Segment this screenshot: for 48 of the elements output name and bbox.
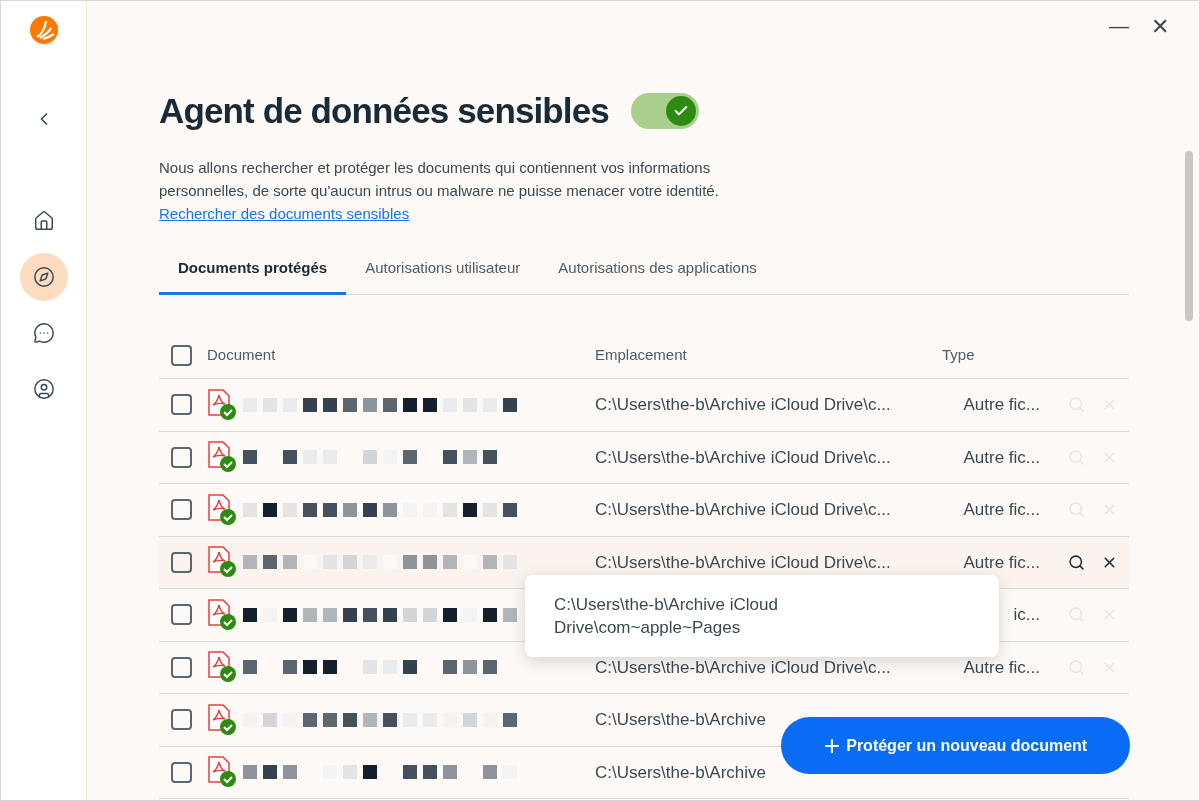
- checkbox[interactable]: [171, 656, 192, 678]
- location-cell: C:\Users\the-b\Archive iCloud Drive\c...: [595, 447, 891, 467]
- checkbox[interactable]: [171, 446, 192, 468]
- pdf-file-icon: [207, 388, 237, 421]
- checkbox[interactable]: [171, 551, 192, 573]
- pdf-file-icon: [207, 598, 237, 631]
- type-cell-text: Autre fic...: [963, 551, 1040, 574]
- checkbox[interactable]: [171, 709, 192, 731]
- type-cell-text: Autre fic...: [963, 446, 1040, 469]
- feature-toggle[interactable]: [630, 93, 699, 130]
- column-header: Emplacement: [595, 345, 688, 366]
- protect-document-button[interactable]: + Protéger un nouveau document: [781, 717, 1130, 774]
- column-header: Document: [207, 345, 277, 366]
- pdf-file-icon: [207, 756, 237, 789]
- pdf-file-icon: [207, 703, 237, 736]
- type-cell-text: ic...: [1013, 604, 1040, 626]
- app-logo: [28, 15, 59, 45]
- type-cell-text: Autre fic...: [963, 656, 1040, 679]
- minimize-button[interactable]: —: [1109, 7, 1129, 45]
- type-cell-text: Autre fic...: [963, 499, 1040, 521]
- checkbox[interactable]: [171, 499, 192, 521]
- search-documents-link[interactable]: Rechercher des documents sensibles: [159, 201, 410, 225]
- location-cell: C:\Users\the-b\Archive: [595, 710, 766, 729]
- location-cell: C:\Users\the-b\Archive: [595, 762, 766, 782]
- pdf-file-icon: [207, 546, 237, 579]
- close-button[interactable]: ✕: [1151, 7, 1169, 45]
- pdf-file-icon: [207, 493, 237, 526]
- type-cell-text: Autre fic...: [963, 394, 1040, 416]
- sidebar-compass-icon[interactable]: [19, 253, 68, 301]
- location-cell: C:\Users\the-b\Archive iCloud Drive\c...: [595, 552, 891, 572]
- column-header: Type: [942, 345, 975, 366]
- scrollbar-thumb[interactable]: [1185, 151, 1193, 321]
- checkbox[interactable]: [171, 345, 192, 366]
- pdf-file-icon: [207, 651, 237, 684]
- path-tooltip: C:\Users\the-b\Archive iCloud Drive\com~apple~Pages: [525, 575, 999, 657]
- tab[interactable]: Autorisations utilisateur: [346, 256, 540, 295]
- checkbox[interactable]: [171, 394, 192, 416]
- tab[interactable]: Documents protégés: [159, 256, 347, 295]
- description: Nous allons rechercher et protéger les documents qui contiennent vos informations personnelles, de sorte qu'aucun intrus ou malware ne puisse menacer votre identité.: [159, 157, 720, 201]
- checkbox[interactable]: [171, 604, 192, 626]
- location-cell: C:\Users\the-b\Archive iCloud Drive\c...: [595, 500, 891, 519]
- tab[interactable]: Autorisations des applications: [539, 256, 776, 295]
- page-title: Agent de données sensibles: [159, 90, 609, 132]
- pdf-file-icon: [207, 441, 237, 474]
- location-cell: C:\Users\the-b\Archive iCloud Drive\c...: [595, 657, 891, 677]
- location-cell: C:\Users\the-b\Archive iCloud Drive\c...: [595, 395, 891, 414]
- search-icon[interactable]: [1068, 553, 1085, 571]
- checkbox[interactable]: [171, 761, 192, 783]
